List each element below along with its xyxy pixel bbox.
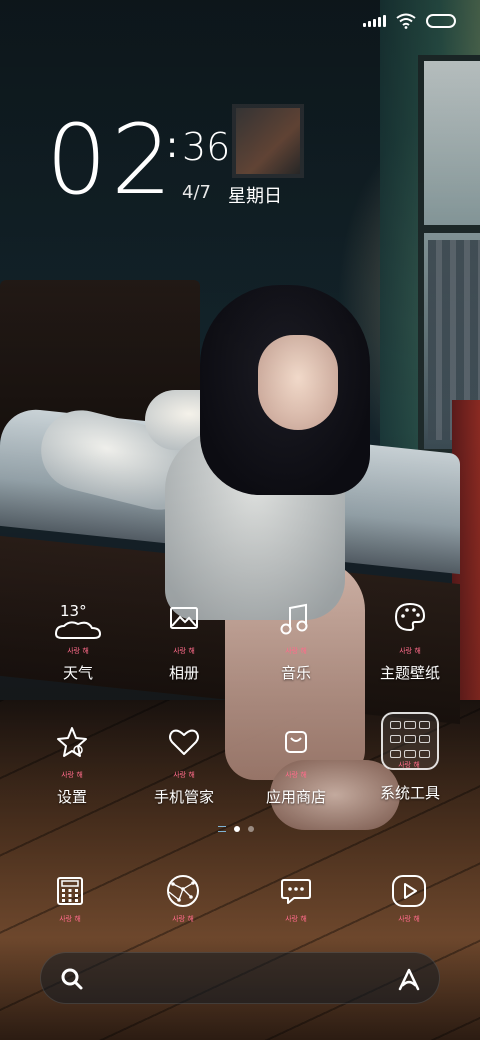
app-sub-label: 사랑 해 xyxy=(285,647,307,655)
app-sub-label: 사랑 해 xyxy=(398,761,420,769)
app-label: 系统工具 xyxy=(379,784,440,802)
dock-messages[interactable]: 사랑 해 xyxy=(266,862,326,923)
gallery-icon: 사랑 해 xyxy=(154,598,214,658)
search-icon[interactable] xyxy=(59,966,85,992)
app-sub-label: 사랑 해 xyxy=(173,647,195,655)
clock-weekday: 星期日 xyxy=(228,186,282,207)
folder-system-tools[interactable]: 사랑 해 系统工具 xyxy=(355,710,465,803)
app-store[interactable]: 사랑 해 应用商店 xyxy=(241,722,351,807)
message-icon xyxy=(281,879,311,904)
app-sub-label: 사랑 해 xyxy=(399,647,421,655)
app-label: 设置 xyxy=(56,788,87,806)
dock-sub-label: 사랑 해 xyxy=(59,915,81,923)
app-music[interactable]: 사랑 해 音乐 xyxy=(241,598,351,683)
dock-sub-label: 사랑 해 xyxy=(172,915,194,923)
app-sub-label: 사랑 해 xyxy=(173,771,195,779)
dock-phone[interactable]: 사랑 해 xyxy=(40,862,100,923)
page-indicator-dot xyxy=(248,826,254,832)
clock-date: 4/7 xyxy=(182,182,211,203)
page-indicator-dot-active xyxy=(234,826,240,832)
app-themes[interactable]: 사랑 해 主题壁纸 xyxy=(355,598,465,683)
app-label: 手机管家 xyxy=(153,788,214,806)
battery-icon xyxy=(426,14,456,28)
status-bar xyxy=(363,12,456,30)
signal-icon xyxy=(363,15,386,27)
star-gear-icon: 사랑 해 xyxy=(42,722,102,782)
dock-browser[interactable]: 사랑 해 xyxy=(153,862,213,923)
music-note-icon: 사랑 해 xyxy=(266,598,326,658)
app-label: 主题壁纸 xyxy=(379,664,440,682)
search-bar[interactable] xyxy=(40,952,440,1004)
app-security[interactable]: 사랑 해 手机管家 xyxy=(129,722,239,807)
app-label: 相册 xyxy=(168,664,199,682)
video-play-icon xyxy=(392,875,426,907)
app-sub-label: 사랑 해 xyxy=(61,771,83,779)
dock-video[interactable]: 사랑 해 xyxy=(379,862,439,923)
app-gallery[interactable]: 사랑 해 相册 xyxy=(129,598,239,683)
dock-sub-label: 사랑 해 xyxy=(398,915,420,923)
app-sub-label: 사랑 해 xyxy=(67,647,89,655)
palette-icon: 사랑 해 xyxy=(380,598,440,658)
dock-sub-label: 사랑 해 xyxy=(285,915,307,923)
app-label: 音乐 xyxy=(280,664,311,682)
clock-hours: 02 xyxy=(46,104,177,216)
clock-minutes: 36 xyxy=(182,125,231,169)
app-settings[interactable]: 사랑 해 设置 xyxy=(17,722,127,807)
phone-icon xyxy=(57,877,83,905)
clock-separator: : xyxy=(166,125,179,166)
weather-cloud-icon: 13° 사랑 해 xyxy=(48,598,108,658)
app-label: 应用商店 xyxy=(265,788,326,806)
shopping-bag-icon: 사랑 해 xyxy=(266,722,326,782)
app-label: 天气 xyxy=(62,664,93,682)
page-indicator[interactable] xyxy=(218,826,254,832)
app-weather[interactable]: 13° 사랑 해 天气 xyxy=(23,598,133,683)
folder-icon: 사랑 해 xyxy=(379,710,441,772)
assistant-icon[interactable] xyxy=(395,965,423,993)
wifi-icon xyxy=(396,13,416,29)
app-sub-label: 사랑 해 xyxy=(285,771,307,779)
heart-icon: 사랑 해 xyxy=(154,722,214,782)
page-indicator-feed xyxy=(218,826,226,832)
weather-temperature: 13° xyxy=(60,602,87,620)
browser-constellation-icon xyxy=(167,875,199,907)
